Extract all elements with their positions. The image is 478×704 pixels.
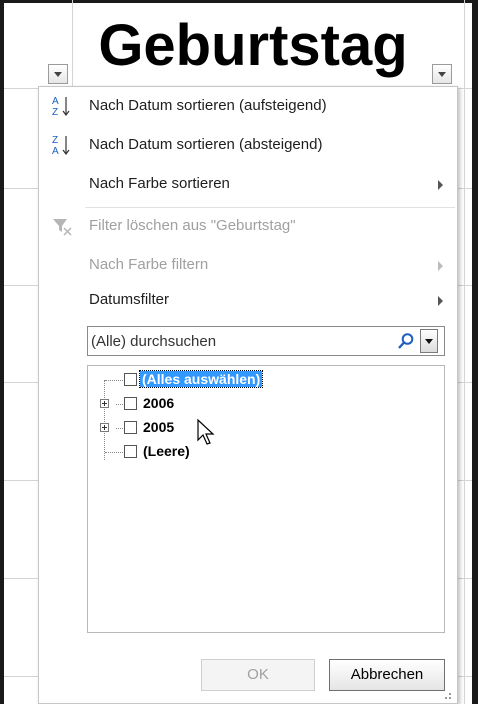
expand-icon[interactable] bbox=[100, 399, 109, 408]
left-column-filter-button[interactable] bbox=[48, 64, 68, 84]
sort-by-color-item[interactable]: Nach Farbe sortieren bbox=[39, 166, 457, 204]
clear-filter-item[interactable]: Filter löschen aus "Geburtstag" bbox=[39, 208, 457, 246]
window-right-border bbox=[472, 0, 478, 704]
clear-filter-icon bbox=[53, 219, 72, 236]
tree-item-2006[interactable]: 2006 bbox=[88, 392, 428, 416]
autofilter-dropdown: A Z Nach Datum sortieren (aufsteigend) Z… bbox=[38, 86, 458, 704]
search-input[interactable] bbox=[91, 330, 391, 352]
search-icon[interactable] bbox=[397, 332, 415, 350]
tree-item-empty[interactable]: (Leere) bbox=[88, 440, 428, 464]
submenu-arrow-icon bbox=[438, 180, 443, 190]
tree-item-2005[interactable]: 2005 bbox=[88, 416, 428, 440]
select-all-checkbox[interactable] bbox=[124, 373, 137, 386]
sort-ascending-icon: A Z bbox=[52, 96, 70, 118]
value-tree-list: (Alles auswählen) 2006 2005 (Leere) bbox=[87, 365, 445, 633]
resize-grip-icon[interactable] bbox=[445, 693, 451, 699]
sort-descending-item[interactable]: Z A Nach Datum sortieren (absteigend) bbox=[39, 127, 457, 165]
window-left-border bbox=[0, 0, 4, 704]
geburtstag-filter-button[interactable] bbox=[432, 64, 452, 84]
filter-by-color-item[interactable]: Nach Farbe filtern bbox=[39, 247, 457, 285]
ok-button[interactable]: OK bbox=[201, 659, 315, 691]
date-filter-item[interactable]: Datumsfilter bbox=[39, 282, 457, 320]
expand-icon[interactable] bbox=[100, 423, 109, 432]
tree-item-label: (Alles auswählen) bbox=[138, 370, 264, 388]
search-dropdown-button[interactable] bbox=[420, 329, 438, 353]
svg-text:Z: Z bbox=[52, 107, 58, 118]
sort-by-color-label: Nach Farbe sortieren bbox=[89, 175, 230, 192]
svg-text:A: A bbox=[52, 146, 59, 157]
tree-item-label: (Leere) bbox=[143, 443, 190, 459]
tree-item-select-all[interactable]: (Alles auswählen) bbox=[88, 368, 428, 392]
cancel-button[interactable]: Abbrechen bbox=[329, 659, 445, 691]
svg-text:A: A bbox=[52, 96, 59, 107]
empty-values-checkbox[interactable] bbox=[124, 445, 137, 458]
tree-item-label: 2006 bbox=[143, 395, 175, 411]
mouse-cursor-icon bbox=[197, 418, 215, 445]
svg-text:Z: Z bbox=[52, 135, 58, 146]
filter-by-color-label: Nach Farbe filtern bbox=[89, 256, 209, 273]
sort-descending-icon: Z A bbox=[52, 135, 70, 157]
column-gridline bbox=[464, 0, 465, 704]
column-header-title: Geburtstag bbox=[98, 13, 408, 78]
submenu-arrow-icon bbox=[438, 261, 443, 271]
submenu-arrow-icon bbox=[438, 296, 443, 306]
search-box bbox=[87, 326, 445, 356]
tree-item-label: 2005 bbox=[143, 419, 175, 435]
sort-ascending-label: Nach Datum sortieren (aufsteigend) bbox=[89, 97, 327, 114]
date-filter-label: Datumsfilter bbox=[89, 291, 170, 308]
sort-descending-label: Nach Datum sortieren (absteigend) bbox=[89, 136, 323, 153]
sort-ascending-item[interactable]: A Z Nach Datum sortieren (aufsteigend) bbox=[39, 88, 457, 126]
year-2005-checkbox[interactable] bbox=[124, 421, 137, 434]
clear-filter-label: Filter löschen aus "Geburtstag" bbox=[89, 217, 296, 234]
year-2006-checkbox[interactable] bbox=[124, 397, 137, 410]
